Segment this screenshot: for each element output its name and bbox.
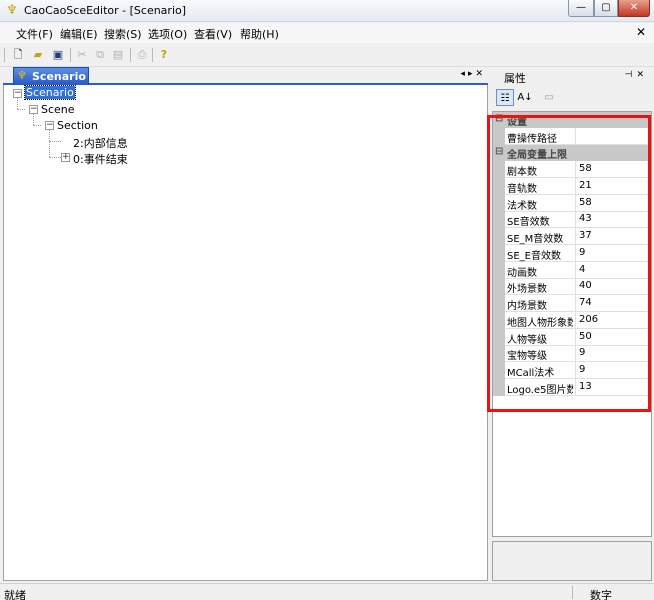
menu-options[interactable]: 选项(O) [148, 26, 187, 42]
properties-header: 属性 ⊣✕ [492, 67, 652, 85]
tree-node-event-end[interactable]: 0:事件结束 [73, 151, 128, 167]
sort-alpha-icon[interactable]: A↓ [516, 89, 534, 106]
menu-view[interactable]: 查看(V) [194, 26, 232, 42]
tab-scenario[interactable]: ♆ Scenario [13, 67, 89, 85]
toolbar: 🗋 ▰ ▣ ✂ ⧉ ▤ ⎙ ? [0, 43, 654, 67]
help-icon[interactable]: ? [156, 47, 172, 63]
maximize-button[interactable]: ▢ [594, 0, 618, 17]
title-bar: ♆ CaoCaoSceEditor - [Scenario] — ▢ ✕ [0, 0, 654, 22]
tree-node-scene[interactable]: Scene [41, 103, 75, 116]
menu-bar: 文件(F) 编辑(E) 搜索(S) 选项(O) 查看(V) 帮助(H) ✕ [0, 23, 654, 43]
save-icon[interactable]: ▣ [50, 47, 66, 63]
status-numlock: 数字 [590, 589, 612, 600]
scenario-tab-icon: ♆ [17, 69, 27, 82]
tree-node-scenario[interactable]: Scenario [24, 85, 76, 100]
menu-edit[interactable]: 编辑(E) [60, 26, 98, 42]
property-pages-icon[interactable]: ▭ [540, 89, 558, 106]
cut-icon[interactable]: ✂ [74, 47, 90, 63]
collapse-scene-icon[interactable]: − [29, 105, 38, 114]
paste-icon[interactable]: ▤ [110, 47, 126, 63]
new-file-icon[interactable]: 🗋 [10, 47, 26, 63]
properties-title: 属性 [504, 72, 526, 85]
minimize-button[interactable]: — [568, 0, 594, 17]
collapse-scenario-icon[interactable]: − [13, 89, 22, 98]
close-window-button[interactable]: ✕ [618, 0, 650, 17]
mdi-close-icon[interactable]: ✕ [636, 25, 646, 39]
collapse-section-icon[interactable]: − [45, 121, 54, 130]
property-description-panel [492, 541, 652, 581]
app-logo-icon: ♆ [6, 3, 18, 18]
tree-node-internal-info[interactable]: 2:内部信息 [73, 135, 128, 151]
menu-search[interactable]: 搜索(S) [104, 26, 142, 42]
expand-event-end-icon[interactable]: + [61, 153, 70, 162]
open-folder-icon[interactable]: ▰ [30, 47, 46, 63]
properties-pane-controls[interactable]: ⊣✕ [625, 70, 648, 80]
scenario-tree: − Scenario − Scene − Section 2:内部信息 + 0:… [3, 85, 488, 581]
status-bar: 就绪 数字 [0, 583, 654, 600]
categorized-view-icon[interactable]: ☷ [496, 89, 514, 106]
menu-file[interactable]: 文件(F) [16, 26, 53, 42]
properties-toolbar: ☷ A↓ ▭ [492, 87, 652, 109]
document-tab-strip: ♆ Scenario ◂▸✕ [3, 67, 488, 85]
document-pane-controls[interactable]: ◂▸✕ [460, 69, 486, 79]
window-title: CaoCaoSceEditor - [Scenario] [24, 4, 187, 17]
menu-help[interactable]: 帮助(H) [240, 26, 279, 42]
print-icon[interactable]: ⎙ [134, 47, 150, 63]
highlight-box [487, 115, 651, 412]
status-text: 就绪 [4, 589, 26, 600]
scenario-document-pane: ♆ Scenario ◂▸✕ − Scenario − Scene − Sect… [3, 67, 488, 581]
copy-icon[interactable]: ⧉ [92, 47, 108, 63]
tab-scenario-label: Scenario [32, 70, 86, 83]
tree-node-scenario-label: Scenario [24, 85, 76, 100]
tree-node-section[interactable]: Section [57, 119, 98, 132]
